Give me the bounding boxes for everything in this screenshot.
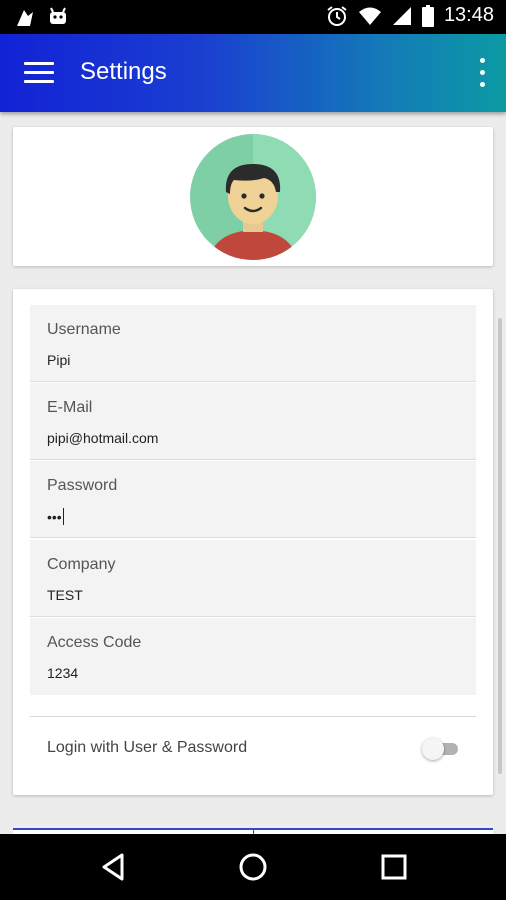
status-time: 13:48 — [443, 4, 494, 26]
email-label: E-Mail — [47, 399, 93, 416]
battery-icon — [421, 4, 434, 27]
app-bar: Settings — [0, 34, 506, 112]
hamburger-menu-icon[interactable] — [24, 62, 54, 84]
account-form-card: Username Pipi E-Mail pipi@hotmail.com Pa… — [13, 289, 493, 795]
status-bar-left — [14, 6, 68, 28]
access-code-input[interactable]: 1234 — [47, 665, 78, 681]
password-field[interactable]: Password ••• — [30, 461, 476, 538]
company-input[interactable]: TEST — [47, 587, 83, 603]
alarm-icon — [327, 5, 347, 26]
profile-card — [13, 127, 493, 266]
access-code-label: Access Code — [47, 634, 142, 651]
email-field[interactable]: E-Mail pipi@hotmail.com — [30, 383, 476, 460]
recents-icon[interactable] — [376, 849, 412, 885]
username-field[interactable]: Username Pipi — [30, 305, 476, 382]
access-code-field[interactable]: Access Code 1234 — [30, 618, 476, 695]
scrollbar[interactable] — [498, 318, 502, 774]
password-label: Password — [47, 477, 118, 494]
company-label: Company — [47, 556, 116, 573]
username-label: Username — [47, 321, 121, 338]
text-cursor — [62, 508, 65, 525]
form-divider — [30, 716, 476, 717]
login-toggle-label: Login with User & Password — [47, 739, 248, 756]
status-bar-right: 13:48 — [326, 4, 494, 27]
password-input[interactable]: ••• — [47, 508, 65, 525]
switch-thumb — [422, 738, 444, 760]
page-title: Settings — [80, 58, 167, 85]
android-robot-icon — [50, 7, 66, 24]
more-vert-icon[interactable] — [476, 56, 488, 90]
wifi-icon — [358, 7, 381, 25]
login-toggle-switch[interactable] — [422, 737, 460, 761]
back-icon[interactable] — [96, 849, 132, 885]
navigation-bar — [0, 834, 506, 900]
login-toggle-row[interactable]: Login with User & Password — [30, 727, 476, 771]
home-icon[interactable] — [235, 849, 271, 885]
android-icon — [17, 10, 33, 26]
signal-icon — [392, 6, 411, 25]
username-input[interactable]: Pipi — [47, 352, 70, 368]
password-dots: ••• — [47, 509, 62, 525]
company-field[interactable]: Company TEST — [30, 540, 476, 617]
email-input[interactable]: pipi@hotmail.com — [47, 430, 158, 446]
status-bar: 13:48 — [0, 0, 506, 34]
user-avatar-icon[interactable] — [190, 134, 316, 260]
